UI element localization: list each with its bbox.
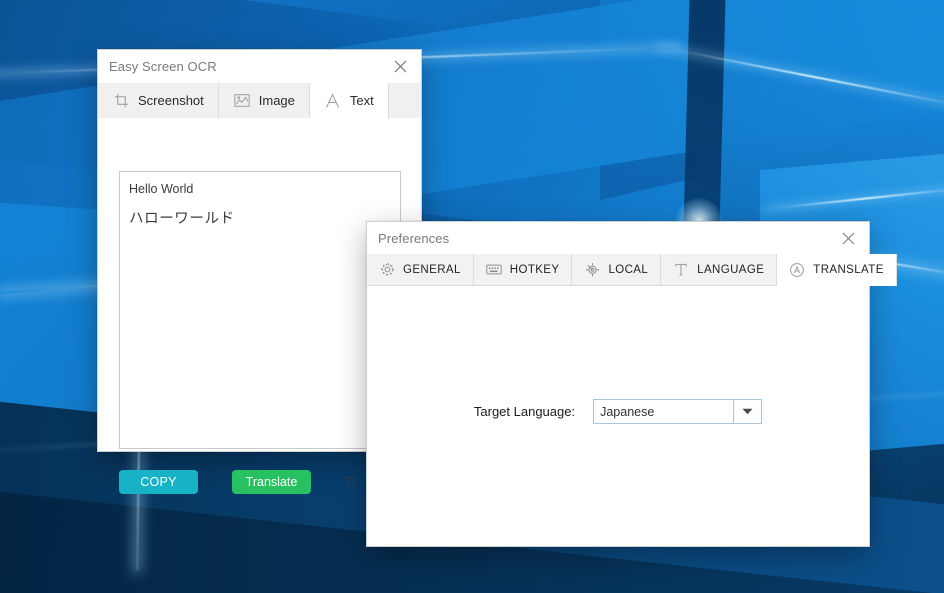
preferences-titlebar[interactable]: Preferences	[367, 222, 869, 254]
copy-button[interactable]: COPY	[119, 470, 198, 494]
tab-general[interactable]: GENERAL	[367, 254, 474, 285]
tab-image[interactable]: Image	[218, 83, 310, 118]
image-icon	[233, 92, 251, 110]
target-language-dropdown[interactable]: Japanese	[593, 399, 763, 424]
close-icon[interactable]	[379, 50, 421, 82]
tab-image-label: Image	[258, 93, 295, 108]
tab-language[interactable]: LANGUAGE	[661, 254, 778, 285]
preferences-tabstrip: GENERAL HOTKEY LOCAL LANGUAGE TRANSLATE	[367, 254, 897, 286]
tab-local-label: LOCAL	[608, 263, 649, 276]
tab-translate[interactable]: TRANSLATE	[777, 254, 897, 286]
tab-general-label: GENERAL	[403, 263, 461, 276]
preferences-body: Target Language: Japanese	[367, 286, 869, 546]
tab-text[interactable]: Text	[309, 83, 389, 119]
crop-icon	[112, 92, 130, 110]
ocr-titlebar[interactable]: Easy Screen OCR	[98, 50, 421, 83]
tab-language-label: LANGUAGE	[697, 263, 765, 276]
tab-hotkey[interactable]: HOTKEY	[473, 254, 573, 285]
chevron-down-icon[interactable]	[733, 400, 762, 423]
ocr-tabstrip: Screenshot Image Text	[98, 83, 421, 119]
tab-text-label: Text	[349, 93, 374, 108]
clipped-button-label[interactable]: Tr	[345, 475, 356, 489]
tab-screenshot-label: Screenshot	[138, 93, 204, 108]
circled-a-icon	[789, 262, 805, 278]
tab-hotkey-label: HOTKEY	[509, 263, 560, 276]
keyboard-icon	[486, 262, 502, 278]
ocr-text-line-english: Hello World	[129, 182, 194, 196]
letter-a-icon	[324, 92, 342, 110]
target-language-row: Target Language: Japanese	[367, 399, 869, 424]
preferences-window-title: Preferences	[378, 230, 450, 246]
tab-screenshot[interactable]: Screenshot	[98, 83, 219, 118]
close-icon[interactable]	[827, 222, 869, 254]
translate-button[interactable]: Translate	[232, 470, 311, 494]
ocr-text-output[interactable]: Hello World ハローワールド	[119, 171, 401, 449]
tab-translate-label: TRANSLATE	[813, 263, 884, 276]
gear-icon	[379, 262, 395, 278]
ocr-window-title: Easy Screen OCR	[109, 59, 217, 74]
ocr-text-line-japanese: ハローワールド	[129, 211, 235, 228]
target-globe-icon	[584, 262, 600, 278]
target-language-value: Japanese	[600, 404, 655, 419]
ocr-button-row: COPY Translate Tr	[119, 470, 356, 494]
preferences-window: Preferences GENERAL HOTKEY LOCAL LANGUAG…	[366, 221, 897, 547]
tab-local[interactable]: LOCAL	[572, 254, 662, 285]
letter-t-icon	[673, 262, 689, 278]
target-language-label: Target Language:	[473, 404, 576, 419]
